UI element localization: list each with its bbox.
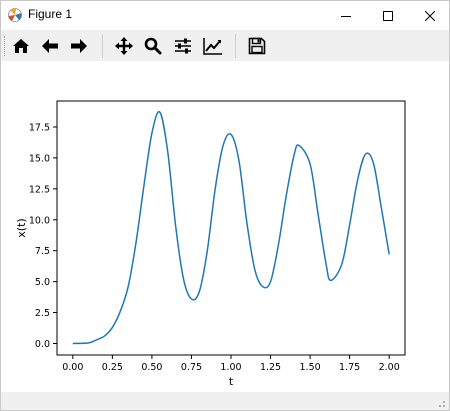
home-icon <box>13 39 29 53</box>
edit-axis-button[interactable] <box>200 33 226 59</box>
move-icon <box>115 37 133 55</box>
magnifier-icon <box>144 37 162 55</box>
y-tick-label: 2.5 <box>35 308 50 319</box>
x-tick-label: 1.50 <box>300 362 321 373</box>
arrow-right-icon <box>71 39 87 53</box>
x-tick-label: 0.50 <box>141 362 162 373</box>
zoom-button[interactable] <box>140 33 166 59</box>
y-tick-label: 5.0 <box>35 277 50 288</box>
y-tick-label: 17.5 <box>29 122 50 133</box>
title-bar[interactable]: Figure 1 <box>1 1 449 30</box>
y-axis-label: x(t) <box>15 218 28 237</box>
y-tick-label: 15.0 <box>29 153 50 164</box>
line-chart: 0.00 0.25 0.50 0.75 1.00 1.25 1.50 1.75 2.00 0.0 2… <box>15 100 406 388</box>
toolbar-separator <box>102 34 103 58</box>
figure-window: Figure 1 0.00 0.25 0.50 0.75 1.00 1.25 1… <box>0 0 450 411</box>
maximize-icon <box>383 10 393 21</box>
minimize-icon <box>341 15 351 17</box>
configure-subplots-button[interactable] <box>170 33 196 59</box>
y-tick-label: 10.0 <box>29 215 50 226</box>
forward-button[interactable] <box>66 33 92 59</box>
floppy-disk-icon <box>248 37 266 55</box>
navigation-toolbar <box>1 30 449 62</box>
window-title: Figure 1 <box>28 7 73 21</box>
line-chart-icon <box>203 38 222 55</box>
toolbar-separator <box>235 34 236 58</box>
sliders-icon <box>175 38 191 54</box>
x-tick-label: 0.25 <box>102 362 123 373</box>
arrow-left-icon <box>42 39 58 53</box>
x-axis-label: t <box>229 375 234 388</box>
x-tick-label: 1.75 <box>339 362 360 373</box>
series-line <box>72 110 390 345</box>
maximize-button[interactable] <box>365 1 411 30</box>
y-tick-label: 7.5 <box>35 246 50 257</box>
x-tick-label: 2.00 <box>379 362 400 373</box>
y-tick-label: 12.5 <box>29 184 50 195</box>
close-button[interactable] <box>407 1 450 30</box>
x-tick-label: 1.25 <box>260 362 281 373</box>
y-tick-label: 0.0 <box>35 339 50 350</box>
figure-canvas[interactable]: 0.00 0.25 0.50 0.75 1.00 1.25 1.50 1.75 2.00 0.0 2… <box>1 61 449 392</box>
x-tick-label: 0.75 <box>181 362 202 373</box>
save-button[interactable] <box>244 33 270 59</box>
home-button[interactable] <box>8 33 34 59</box>
status-bar <box>1 392 449 410</box>
matplotlib-app-icon <box>8 8 22 22</box>
toolbar-grip[interactable] <box>4 36 7 56</box>
resize-grip-icon[interactable] <box>436 398 446 408</box>
pan-button[interactable] <box>111 33 137 59</box>
minimize-button[interactable] <box>323 1 369 30</box>
back-button[interactable] <box>37 33 63 59</box>
close-icon <box>425 10 435 21</box>
axes-frame <box>56 100 406 356</box>
x-tick-label: 0.00 <box>62 362 83 373</box>
x-tick-label: 1.00 <box>220 362 241 373</box>
